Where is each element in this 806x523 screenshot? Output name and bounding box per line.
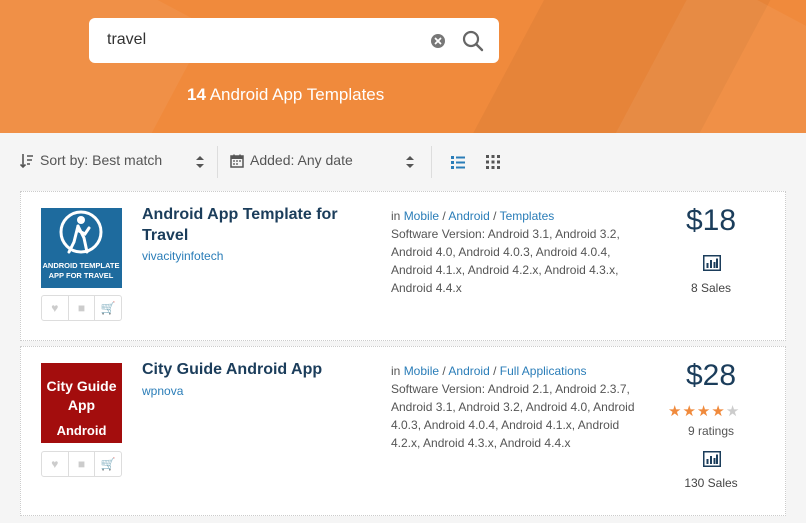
- item-title-line-2: Travel: [142, 227, 189, 244]
- date-select[interactable]: Added: Any date: [250, 152, 353, 168]
- traveler-icon: ANDROID TEMPLATE APP FOR TRAVEL: [43, 210, 120, 280]
- in-label: in: [391, 209, 401, 223]
- date-select-label: Added: Any date: [250, 152, 353, 168]
- sort-divider: [217, 146, 218, 178]
- thumb-text-3: Android: [56, 423, 107, 438]
- sort-select-label: Sort by: Best match: [40, 152, 163, 168]
- search-icon[interactable]: [462, 30, 484, 52]
- category-link[interactable]: Full Applications: [500, 364, 587, 378]
- software-version-line: Android 4.1.x, Android 4.2.x, Android 4.…: [391, 263, 619, 277]
- grid-view-icon[interactable]: [485, 154, 501, 170]
- item-thumbnail[interactable]: ANDROID TEMPLATE APP FOR TRAVEL: [41, 208, 122, 288]
- cart-icon[interactable]: 🛒: [95, 452, 121, 476]
- category-link[interactable]: Android: [448, 364, 489, 378]
- software-version-line: 4.0.3, Android 4.0.4, Android 4.1.x, And…: [391, 418, 620, 432]
- in-label: in: [391, 364, 401, 378]
- sales-count: 8 Sales: [690, 281, 732, 295]
- item-category-path: in Mobile / Android / Templates: [391, 209, 555, 223]
- thumb-text-1: City Guide: [46, 378, 117, 394]
- sort-updown-icon: [195, 154, 205, 170]
- software-version-line: Software Version: Android 3.1, Android 3…: [391, 227, 620, 241]
- favorite-icon[interactable]: ♥: [42, 296, 69, 320]
- software-version-line: Software Version: Android 2.1, Android 2…: [391, 382, 630, 396]
- item-price: $28: [685, 359, 737, 392]
- clear-icon[interactable]: [431, 34, 445, 48]
- result-count-number: 14: [187, 85, 206, 104]
- item-title[interactable]: City Guide Android App: [142, 359, 362, 380]
- software-version-line: Android 3.1, Android 3.2, Android 4.0, A…: [391, 400, 635, 414]
- thumb-text-2: App: [67, 397, 96, 413]
- item-thumbnail[interactable]: City Guide App Android: [41, 363, 122, 443]
- star-filled-icon: ★: [696, 403, 712, 420]
- category-link[interactable]: Mobile: [404, 364, 439, 378]
- list-item: City Guide App Android ♥ ■ 🛒 City Guide …: [20, 346, 786, 516]
- item-actions: ♥ ■ 🛒: [41, 295, 122, 321]
- star-empty-icon: ★: [725, 403, 741, 420]
- sales-chart-icon: [703, 451, 721, 467]
- item-category-path: in Mobile / Android / Full Applications: [391, 364, 587, 378]
- favorite-icon[interactable]: ♥: [42, 452, 69, 476]
- software-version-line: Android 4.4.x: [391, 281, 462, 295]
- search-input[interactable]: [107, 29, 427, 51]
- software-version-line: 4.2.x, Android 4.3.x, Android 4.4.x: [391, 436, 571, 450]
- item-meta: in Mobile / Android / Full Applications …: [391, 362, 653, 452]
- cart-icon[interactable]: 🛒: [95, 296, 121, 320]
- collection-icon[interactable]: ■: [69, 452, 96, 476]
- calendar-icon: [230, 154, 244, 170]
- ratings-count: 9 ratings: [687, 424, 735, 438]
- view-divider: [431, 146, 432, 178]
- star-filled-icon: ★: [682, 403, 697, 420]
- list-view-icon[interactable]: [450, 154, 466, 170]
- result-count: 14 Android App Templates: [187, 85, 384, 105]
- collection-icon[interactable]: ■: [69, 296, 96, 320]
- item-actions: ♥ ■ 🛒: [41, 451, 122, 477]
- date-updown-icon: [405, 154, 415, 170]
- thumb-text-2: APP FOR TRAVEL: [49, 271, 114, 280]
- star-filled-icon: ★: [711, 403, 726, 420]
- sort-order-icon: [19, 153, 34, 169]
- item-meta: in Mobile / Android / Templates Software…: [391, 207, 653, 297]
- thumb-text-1: ANDROID TEMPLATE: [43, 261, 120, 270]
- category-link[interactable]: Mobile: [404, 209, 439, 223]
- star-filled-icon: ★: [668, 403, 683, 420]
- item-price: $18: [685, 204, 737, 237]
- sales-count: 130 Sales: [684, 476, 738, 490]
- category-link[interactable]: Android: [448, 209, 489, 223]
- list-item: ANDROID TEMPLATE APP FOR TRAVEL ♥ ■ 🛒 An…: [20, 191, 786, 341]
- item-title-line-1: Android App Template for: [142, 206, 338, 223]
- sales-chart-icon: [703, 255, 721, 271]
- sort-select[interactable]: Sort by: Best match: [40, 152, 162, 168]
- item-author[interactable]: wpnova: [142, 384, 183, 398]
- software-version-line: Android 4.0, Android 4.0.3, Android 4.0.…: [391, 245, 611, 259]
- item-title[interactable]: Android App Template for Travel: [142, 204, 362, 246]
- item-author[interactable]: vivacityinfotech: [142, 249, 223, 263]
- result-count-label: Android App Templates: [209, 85, 385, 104]
- star-rating: ★★★★★: [668, 402, 740, 420]
- category-link[interactable]: Templates: [500, 209, 555, 223]
